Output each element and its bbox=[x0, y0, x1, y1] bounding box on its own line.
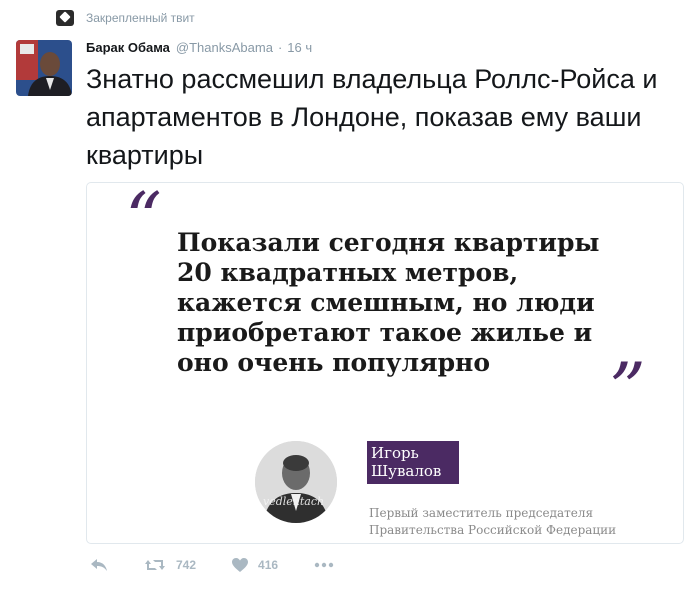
separator-dot: · bbox=[277, 40, 283, 55]
quote-close-mark: ” bbox=[609, 347, 646, 431]
watermark: vedlentach bbox=[263, 495, 325, 508]
retweet-count: 742 bbox=[176, 558, 197, 572]
tweet-time[interactable]: 16 ч bbox=[287, 40, 312, 55]
retweet-icon bbox=[145, 560, 165, 570]
like-count: 416 bbox=[258, 558, 279, 572]
reply-icon bbox=[91, 559, 107, 571]
reply-button[interactable] bbox=[90, 558, 108, 572]
speaker-portrait bbox=[255, 441, 337, 523]
author-name[interactable]: Барак Обама bbox=[86, 40, 170, 55]
tweet-text: Знатно рассмешил владельца Роллс-Ройса и… bbox=[86, 64, 658, 170]
tweet-actions: 742 416 bbox=[90, 558, 370, 572]
speaker-position: Первый заместитель председателя Правител… bbox=[369, 506, 617, 537]
tweet-header: Барак Обама @ThanksAbama · 16 ч bbox=[86, 40, 312, 55]
retweet-button[interactable]: 742 bbox=[144, 558, 196, 572]
more-button[interactable] bbox=[314, 562, 334, 568]
speaker-name-badge: Игорь Шувалов bbox=[367, 441, 459, 484]
like-icon bbox=[232, 558, 249, 572]
pinned-tweet-indicator: Закрепленный твит bbox=[56, 10, 195, 26]
avatar[interactable] bbox=[16, 40, 72, 96]
more-icon bbox=[314, 562, 334, 568]
pinned-label: Закрепленный твит bbox=[86, 11, 195, 25]
author-handle[interactable]: @ThanksAbama bbox=[176, 40, 273, 55]
pin-icon bbox=[56, 10, 74, 26]
portrait-image bbox=[255, 441, 337, 523]
quote-card[interactable]: “ Показали сегодня квартиры 20 квадратны… bbox=[86, 182, 684, 544]
avatar-image bbox=[16, 40, 72, 96]
quote-text: Показали сегодня квартиры 20 квадратных … bbox=[177, 228, 600, 377]
like-button[interactable]: 416 bbox=[232, 558, 278, 572]
quote-open-mark: “ bbox=[125, 182, 162, 261]
